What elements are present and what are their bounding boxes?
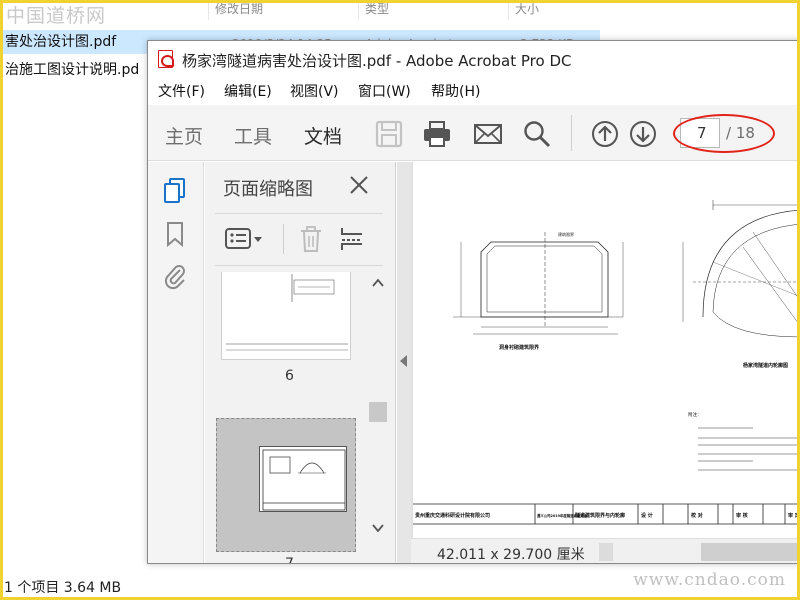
thumbnails-panel: 页面缩略图 6 7	[205, 162, 396, 564]
main-toolbar: 主页 工具 文档 7 / 18	[148, 105, 800, 165]
file-name: 治施工图设计说明.pd	[5, 62, 140, 78]
delete-icon[interactable]	[298, 226, 324, 252]
next-page-icon[interactable]	[628, 119, 658, 149]
page-dimensions: 42.011 x 29.700 厘米	[437, 547, 585, 563]
window-title: 杨家湾隧道病害处治设计图.pdf - Adobe Acrobat Pro DC	[182, 52, 572, 70]
page-thumbnails-icon[interactable]	[162, 177, 188, 205]
menu-file[interactable]: 文件(F)	[158, 81, 205, 101]
panel-collapse-strip[interactable]	[397, 162, 411, 563]
document-h-scrollbar[interactable]	[701, 543, 800, 561]
document-page: 建筑限界 洞身衬砌建筑限界 杨家湾隧道内轮廓图 附注： 贵州重庆交通科研设计院有…	[413, 162, 800, 538]
print-icon[interactable]	[422, 119, 452, 149]
search-icon[interactable]	[522, 119, 552, 149]
acrobat-window: 杨家湾隧道病害处治设计图.pdf - Adobe Acrobat Pro DC …	[147, 40, 800, 564]
thumbnail-page[interactable]	[221, 272, 351, 360]
titleblock-company: 贵州重庆交通科研设计院有限公司	[415, 512, 490, 519]
titleblock-drawing-name: 隧道建筑限界与内轮廓	[575, 512, 625, 519]
pdf-icon	[158, 50, 174, 68]
thumbnail-selected[interactable]	[216, 418, 356, 552]
titleblock-review: 审 核	[736, 512, 748, 519]
close-icon[interactable]	[348, 174, 370, 196]
navigation-rail	[148, 162, 204, 563]
tab-document[interactable]: 文档	[304, 122, 343, 165]
drawing-title-left: 洞身衬砌建筑限界	[499, 344, 540, 351]
column-size[interactable]: 大小	[508, 0, 539, 20]
thumbnail-drawing	[226, 274, 348, 351]
menu-bar: 文件(F) 编辑(E) 视图(V) 窗口(W) 帮助(H)	[148, 79, 800, 103]
titleblock-approve: 审 定	[788, 512, 800, 519]
document-area[interactable]: 建筑限界 洞身衬砌建筑限界 杨家湾隧道内轮廓图 附注： 贵州重庆交通科研设计院有…	[411, 162, 800, 563]
document-status-bar: 42.011 x 29.700 厘米	[411, 539, 800, 563]
thumbnails-divider	[215, 265, 383, 266]
thumbnails-scrollbar[interactable]	[369, 270, 387, 542]
toolbar-separator	[571, 115, 572, 151]
column-type[interactable]: 类型	[358, 0, 389, 20]
save-icon[interactable]	[374, 119, 404, 149]
titleblock-check: 校 对	[691, 512, 703, 519]
thumbnail-options-icon[interactable]	[225, 226, 265, 252]
status-scroll-left[interactable]	[599, 543, 613, 561]
thumbnail-page-number: 6	[285, 368, 294, 384]
bookmark-icon[interactable]	[162, 220, 188, 248]
thumb-tool-separator	[283, 224, 284, 254]
attachment-icon[interactable]	[162, 262, 188, 290]
menu-help[interactable]: 帮助(H)	[431, 81, 480, 101]
tab-tools[interactable]: 工具	[234, 122, 272, 149]
thumbnail-page	[259, 446, 347, 512]
titleblock-design: 设 计	[641, 512, 653, 519]
engineering-drawing: 建筑限界 洞身衬砌建筑限界 杨家湾隧道内轮廓图 附注： 贵州重庆交通科研设计院有…	[413, 200, 800, 525]
thumbnails-divider	[215, 213, 383, 214]
thumbnails-title: 页面缩略图	[223, 179, 313, 200]
file-row[interactable]: 治施工图设计说明.pd	[0, 58, 160, 82]
watermark-top: 中国道桥网	[6, 5, 107, 27]
notes-label: 附注：	[688, 411, 702, 418]
title-bar[interactable]: 杨家湾隧道病害处治设计图.pdf - Adobe Acrobat Pro DC	[148, 41, 800, 77]
tab-home[interactable]: 主页	[165, 122, 203, 149]
menu-edit[interactable]: 编辑(E)	[224, 81, 272, 101]
email-icon[interactable]	[473, 119, 503, 149]
highlight-ellipse	[673, 114, 775, 153]
menu-view[interactable]: 视图(V)	[290, 81, 339, 101]
svg-text:建筑限界: 建筑限界	[558, 231, 574, 237]
rotate-page-icon[interactable]	[339, 226, 365, 252]
column-date[interactable]: 修改日期	[208, 0, 263, 20]
explorer-header: 中国道桥网 修改日期 类型 大小	[0, 0, 800, 27]
menu-window[interactable]: 窗口(W)	[358, 81, 411, 101]
thumbnail-page-number: 7	[285, 556, 294, 564]
explorer-status: 1 个项目 3.64 MB	[4, 580, 122, 596]
collapse-arrow-icon	[400, 355, 407, 367]
file-name: 害处治设计图.pdf	[5, 34, 117, 50]
thumbnail-drawing	[262, 449, 346, 511]
watermark-bottom: www.cndao.com	[633, 570, 786, 590]
previous-page-icon[interactable]	[590, 119, 620, 149]
drawing-title-right: 杨家湾隧道内轮廓图	[743, 362, 788, 369]
